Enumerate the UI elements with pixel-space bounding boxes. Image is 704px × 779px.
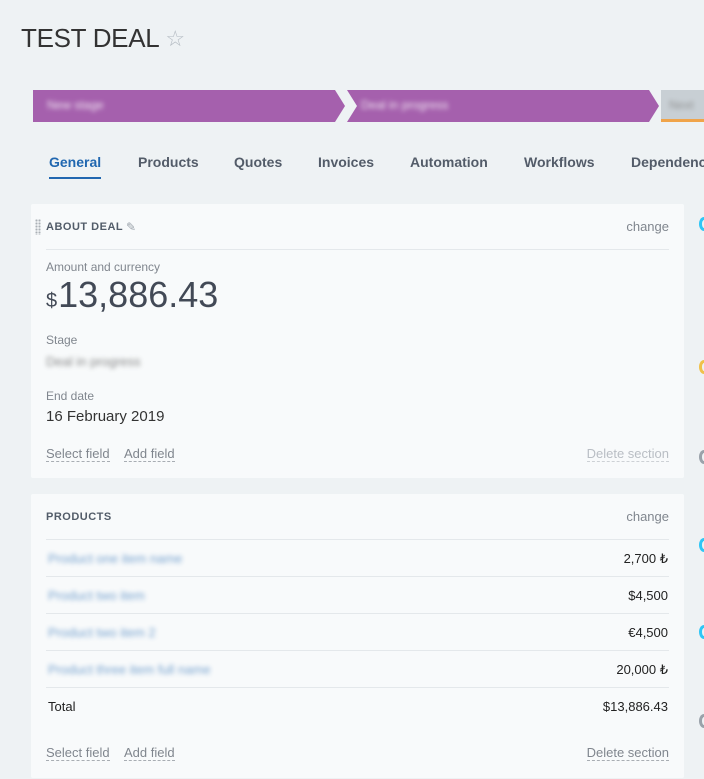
product-price: €4,500 xyxy=(628,625,668,640)
page-header: TEST DEAL ☆ xyxy=(21,20,185,56)
tab-general[interactable]: General xyxy=(49,154,102,179)
total-label: Total xyxy=(48,699,76,714)
stage-value[interactable]: Deal in progress xyxy=(46,354,141,369)
product-row: Product one item name 2,700 ₺ xyxy=(46,539,669,577)
amount-value[interactable]: $ 13,886.43 xyxy=(46,274,218,316)
delete-section-link[interactable]: Delete section xyxy=(586,745,669,761)
select-field-link[interactable]: Select field xyxy=(46,446,110,462)
add-field-link[interactable]: Add field xyxy=(124,446,175,462)
amount-number: 13,886.43 xyxy=(58,274,219,315)
product-name[interactable]: Product two item xyxy=(48,588,145,603)
end-date-label: End date xyxy=(46,389,95,403)
change-link[interactable]: change xyxy=(626,219,669,234)
product-price: $4,500 xyxy=(628,588,668,603)
timeline-marker-icon xyxy=(699,360,704,374)
delete-section-link[interactable]: Delete section xyxy=(586,446,669,462)
change-link[interactable]: change xyxy=(626,509,669,524)
total-value: $13,886.43 xyxy=(602,699,668,714)
product-row: Product two item $4,500 xyxy=(46,576,669,614)
product-name[interactable]: Product three item full name xyxy=(48,662,211,677)
pipeline-stage-label: Next xyxy=(669,98,694,112)
divider xyxy=(46,249,669,250)
timeline-marker-icon xyxy=(699,714,704,728)
timeline-marker-icon xyxy=(699,217,704,231)
tab-workflows[interactable]: Workflows xyxy=(524,154,595,170)
timeline-marker-icon xyxy=(699,538,704,552)
tab-invoices[interactable]: Invoices xyxy=(318,154,374,170)
timeline-marker-icon xyxy=(699,625,704,639)
select-field-link[interactable]: Select field xyxy=(46,745,110,761)
pipeline-stage-label: New stage xyxy=(47,98,104,112)
pencil-icon[interactable]: ✎ xyxy=(126,220,136,234)
product-row: Product two item 2 €4,500 xyxy=(46,613,669,651)
drag-handle-icon[interactable] xyxy=(35,219,41,235)
amount-label: Amount and currency xyxy=(46,260,161,274)
currency-symbol: $ xyxy=(46,290,58,312)
tab-dependencies[interactable]: Dependencies xyxy=(631,154,704,170)
deal-title: TEST DEAL xyxy=(21,22,160,53)
pipeline-stage-3[interactable]: Next xyxy=(661,90,704,122)
product-name[interactable]: Product two item 2 xyxy=(48,625,156,640)
section-title: ABOUT DEAL xyxy=(46,221,124,233)
tab-quotes[interactable]: Quotes xyxy=(234,154,282,170)
tab-products[interactable]: Products xyxy=(138,154,199,170)
total-row: Total $13,886.43 xyxy=(46,687,669,725)
stage-label: Stage xyxy=(46,333,78,347)
about-deal-card: ABOUT DEAL ✎ change Amount and currency … xyxy=(31,204,684,478)
add-field-link[interactable]: Add field xyxy=(124,745,175,761)
product-row: Product three item full name 20,000 ₺ xyxy=(46,650,669,688)
tab-automation[interactable]: Automation xyxy=(410,154,488,170)
product-price: 2,700 ₺ xyxy=(623,551,668,566)
pipeline-stage-label: Deal in progress xyxy=(361,98,449,112)
product-name[interactable]: Product one item name xyxy=(48,551,182,566)
tab-bar: General Products Quotes Invoices Automat… xyxy=(0,150,704,180)
section-title: PRODUCTS xyxy=(46,511,112,523)
products-card: PRODUCTS change Product one item name 2,… xyxy=(31,494,684,778)
pipeline-stage-2[interactable]: Deal in progress xyxy=(347,90,659,122)
product-price: 20,000 ₺ xyxy=(616,662,668,677)
star-icon[interactable]: ☆ xyxy=(165,26,185,52)
end-date-value[interactable]: 16 February 2019 xyxy=(46,408,164,425)
timeline-marker-icon xyxy=(699,450,704,464)
pipeline-stage-1[interactable]: New stage xyxy=(33,90,345,122)
